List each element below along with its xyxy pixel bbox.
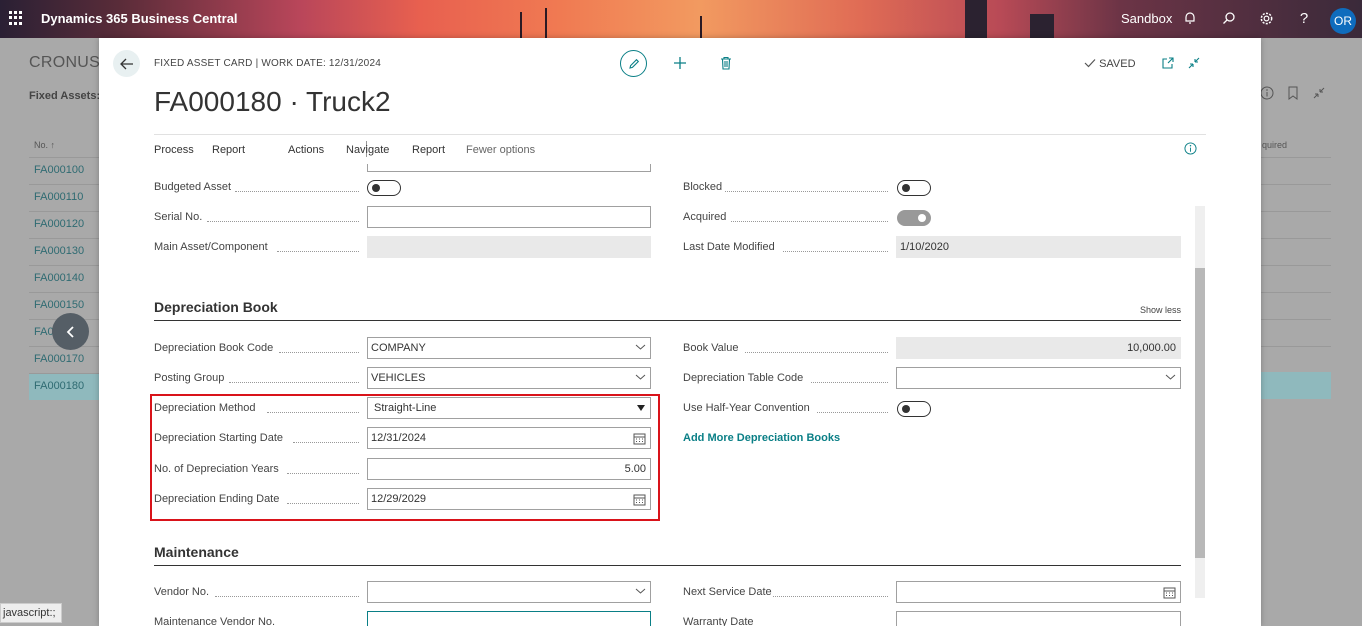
warranty-date-field[interactable] [896,611,1181,626]
app-top-bar: Dynamics 365 Business Central Sandbox ? … [0,0,1362,38]
collapse-arrows-icon [1188,57,1200,69]
fixed-asset-card-dialog: FIXED ASSET CARD | WORK DATE: 12/31/2024… [99,38,1261,626]
app-name[interactable]: Dynamics 365 Business Central [41,11,238,26]
page-caption: FIXED ASSET CARD | WORK DATE: 12/31/2024 [154,58,381,69]
add-more-depreciation-books-link[interactable]: Add More Depreciation Books [683,432,840,444]
posting-group-value: VEHICLES [371,372,426,384]
depreciation-book-section-title[interactable]: Depreciation Book [154,299,278,315]
list-item[interactable]: FA000140 [29,265,99,292]
maintenance-vendor-no-label: Maintenance Vendor No. [154,616,276,626]
scrollbar-thumb[interactable] [1195,268,1205,558]
column-header-no[interactable]: No. ↑ [34,140,55,150]
bookmark-icon[interactable] [1287,86,1299,103]
warranty-date-label: Warranty Date [683,616,754,626]
list-item[interactable]: FA000110 [29,184,99,211]
blocked-toggle[interactable] [897,180,931,196]
highlight-box [150,394,660,521]
show-less-link[interactable]: Show less [1140,305,1181,315]
page-title: FA000180 · Truck2 [154,86,391,117]
help-icon[interactable]: ? [1296,10,1312,27]
depreciation-book-code-value: COMPANY [371,342,426,354]
half-year-convention-label: Use Half-Year Convention [683,402,810,414]
list-item-selected[interactable]: FA000180 [29,373,99,400]
posting-group-label: Posting Group [154,372,225,384]
trash-icon [721,56,731,70]
book-value-label: Book Value [683,342,739,354]
back-button[interactable] [113,50,140,77]
avatar[interactable]: OR [1330,8,1356,34]
action-bar: Process Report Actions Navigate Report F… [154,134,1206,162]
depreciation-table-code-field[interactable] [896,367,1181,389]
info-icon[interactable] [1260,86,1274,103]
chevron-down-icon [635,344,646,350]
half-year-convention-toggle[interactable] [897,401,931,417]
list-item[interactable]: FA000170 [29,346,99,373]
blocked-label: Blocked [683,181,723,193]
open-new-window-button[interactable] [1159,54,1177,72]
serial-no-label: Serial No. [154,211,203,223]
depreciation-book-code-field[interactable]: COMPANY [367,337,651,359]
open-in-new-icon [1162,57,1174,69]
environment-name: Sandbox [1121,11,1173,26]
card-content: Budgeted Asset Serial No. Main Asset/Com… [99,164,1261,626]
acquired-label: Acquired [683,211,727,223]
save-status: SAVED [1084,58,1136,70]
collapse-icon[interactable] [1312,86,1326,103]
collapse-button[interactable] [1185,54,1203,72]
main-asset-label: Main Asset/Component [154,241,268,253]
action-actions[interactable]: Actions [288,144,324,156]
browser-status-bar: javascript:; [0,603,62,623]
main-asset-field [367,236,651,258]
list-item[interactable]: FA000130 [29,238,99,265]
plus-icon [674,57,686,69]
action-report-2[interactable]: Report [412,144,445,156]
checkmark-icon [1084,59,1096,68]
budgeted-asset-toggle[interactable] [367,180,401,196]
last-date-modified-label: Last Date Modified [683,241,775,253]
new-record-button[interactable] [671,54,689,72]
maintenance-vendor-no-field[interactable] [367,611,651,626]
next-service-date-label: Next Service Date [683,586,772,598]
action-fewer-options[interactable]: Fewer options [466,144,535,156]
vendor-no-label: Vendor No. [154,586,210,598]
save-status-text: SAVED [1099,58,1136,70]
action-process[interactable]: Process [154,144,194,156]
pencil-icon [628,58,639,69]
clipped-field[interactable] [367,164,651,172]
column-header-acquired[interactable]: quired [1262,140,1287,150]
action-report[interactable]: Report [212,144,245,156]
search-icon[interactable] [1221,10,1237,26]
maintenance-section-title[interactable]: Maintenance [154,544,239,560]
background-page-subtitle: Fixed Assets: [29,90,101,102]
chevron-down-icon [635,374,646,380]
serial-no-field[interactable] [367,206,651,228]
next-service-date-field[interactable] [896,581,1181,603]
depreciation-book-code-label: Depreciation Book Code [154,342,274,354]
app-launcher-icon[interactable] [9,11,23,25]
acquired-toggle [897,210,931,226]
list-item[interactable]: FA000100 [29,157,99,184]
last-date-modified-field: 1/10/2020 [896,236,1181,258]
budgeted-asset-label: Budgeted Asset [154,181,232,193]
edit-button[interactable] [620,50,647,77]
action-navigate[interactable]: Navigate [346,144,389,156]
list-item[interactable]: FA000120 [29,211,99,238]
previous-record-button[interactable] [52,313,89,350]
posting-group-field[interactable]: VEHICLES [367,367,651,389]
depreciation-table-code-label: Depreciation Table Code [683,372,804,384]
calendar-icon [1163,587,1176,599]
chevron-down-icon [635,588,646,594]
delete-button[interactable] [717,54,735,72]
vendor-no-field[interactable] [367,581,651,603]
selected-row-highlight [1261,372,1331,399]
chevron-down-icon [1165,374,1176,380]
gear-icon[interactable] [1258,10,1274,26]
book-value-field[interactable]: 10,000.00 [896,337,1181,359]
info-icon[interactable] [1184,142,1197,158]
bell-icon[interactable] [1182,10,1198,26]
